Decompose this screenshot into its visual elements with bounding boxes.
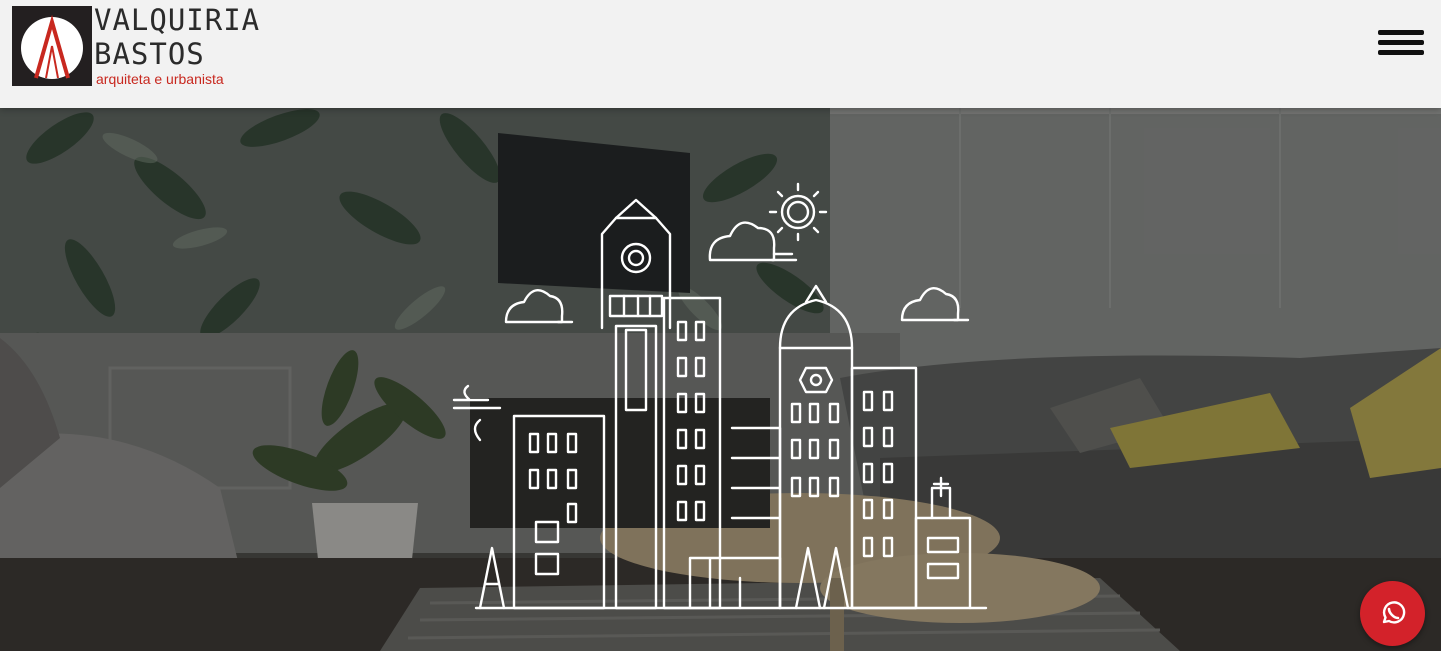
menu-bar: [1378, 40, 1424, 45]
hamburger-menu-icon[interactable]: [1378, 30, 1426, 58]
menu-bar: [1378, 30, 1424, 35]
logo-subtitle: arquiteta e urbanista: [96, 71, 224, 87]
logo-title-line1: VALQUIRIA: [94, 3, 261, 37]
menu-bar: [1378, 50, 1424, 55]
whatsapp-icon: [1382, 601, 1406, 624]
logo-mark: [12, 6, 92, 86]
logo-title-line2: BASTOS: [94, 37, 205, 71]
site-logo[interactable]: VALQUIRIA BASTOS arquiteta e urbanista: [12, 6, 259, 90]
city-skyline-line-art-icon: [452, 182, 988, 610]
whatsapp-button[interactable]: [1360, 581, 1425, 646]
site-header: VALQUIRIA BASTOS arquiteta e urbanista: [0, 0, 1441, 108]
hero-banner: [0, 108, 1441, 651]
